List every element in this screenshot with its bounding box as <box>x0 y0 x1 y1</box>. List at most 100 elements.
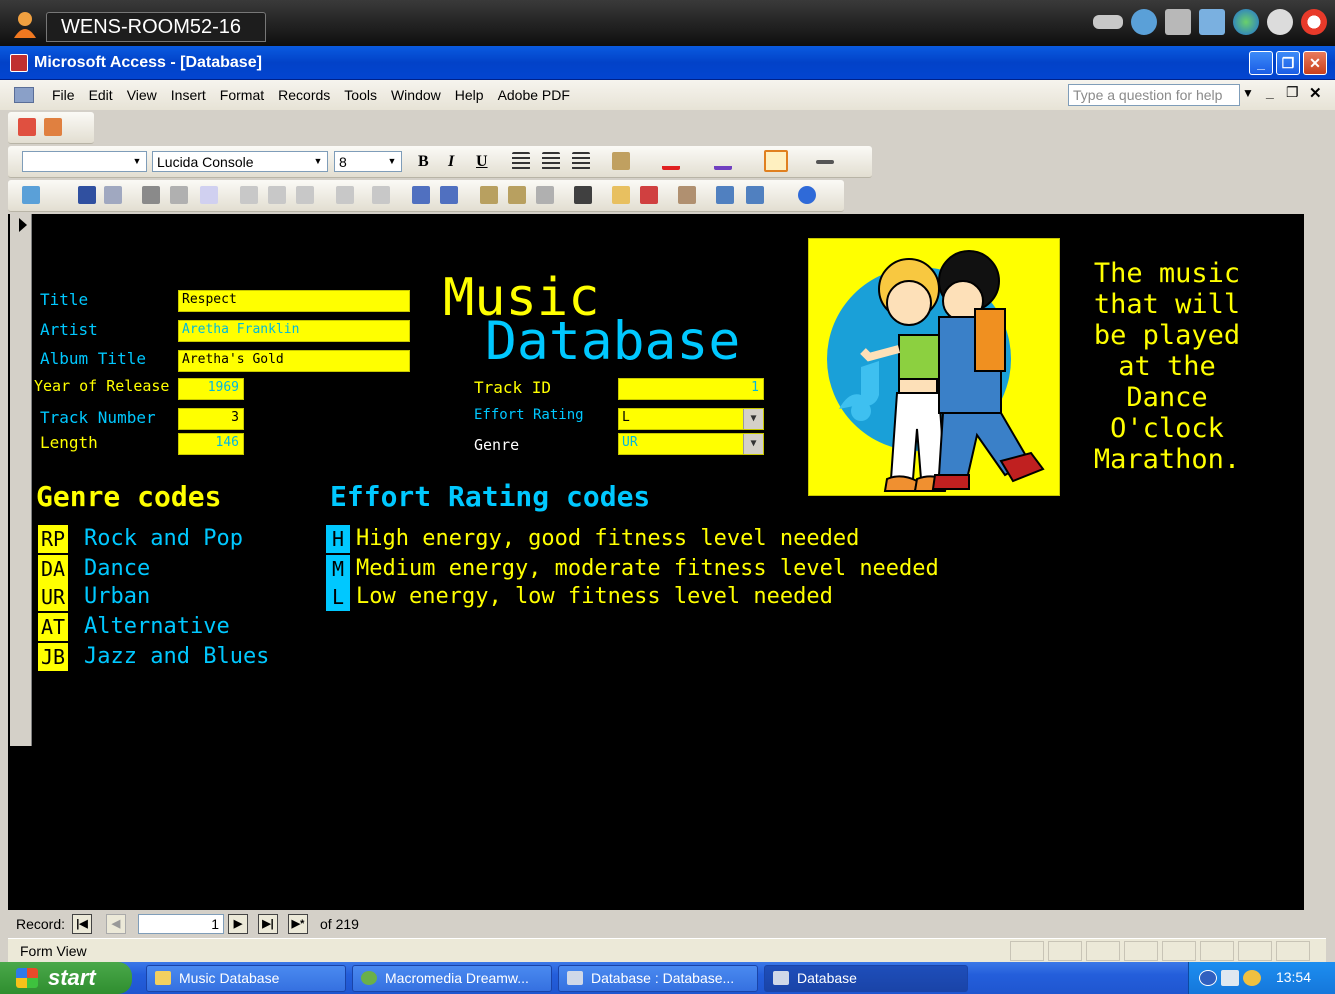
record-selector[interactable] <box>10 214 32 746</box>
object-select[interactable]: ▼ <box>22 151 147 172</box>
print-icon[interactable] <box>142 186 160 204</box>
sort-ascending-icon[interactable] <box>412 186 430 204</box>
help-search-input[interactable]: Type a question for help <box>1068 84 1240 106</box>
menu-format[interactable]: Format <box>220 87 264 103</box>
antivirus-icon[interactable] <box>1221 970 1239 986</box>
task-database-form[interactable]: Database <box>764 965 968 992</box>
title-field[interactable]: Respect <box>178 290 410 312</box>
italic-button[interactable]: I <box>448 153 454 171</box>
effort-code-name: Low energy, low fitness level needed <box>356 584 833 609</box>
dreamweaver-icon <box>361 971 377 985</box>
last-record-button[interactable]: ▶| <box>258 914 278 934</box>
pen-icon[interactable] <box>1093 15 1123 29</box>
paste-icon[interactable] <box>296 186 314 204</box>
cup-icon[interactable] <box>1199 9 1225 35</box>
status-indicator <box>1162 941 1196 961</box>
line-color-icon[interactable] <box>714 152 732 170</box>
close-button[interactable]: ✕ <box>1303 51 1327 75</box>
network-icon[interactable] <box>1199 970 1217 986</box>
menu-records[interactable]: Records <box>278 87 330 103</box>
new-record-button[interactable]: ▶* <box>288 914 308 934</box>
menu-help[interactable]: Help <box>455 87 484 103</box>
globe-icon[interactable] <box>1233 9 1259 35</box>
menu-window[interactable]: Window <box>391 87 441 103</box>
chevron-down-icon[interactable]: ▼ <box>743 409 763 429</box>
underline-button[interactable]: U <box>476 153 488 171</box>
restore-button[interactable]: ❐ <box>1276 51 1300 75</box>
cut-icon[interactable] <box>240 186 258 204</box>
font-name-select[interactable]: Lucida Console ▼ <box>152 151 328 172</box>
save-icon[interactable] <box>78 186 96 204</box>
fill-color-icon[interactable] <box>612 152 630 170</box>
genre-combo[interactable]: UR ▼ <box>618 433 764 455</box>
align-center-icon[interactable] <box>542 152 560 170</box>
next-record-button[interactable]: ▶ <box>228 914 248 934</box>
menu-insert[interactable]: Insert <box>171 87 206 103</box>
menu-tools[interactable]: Tools <box>344 87 377 103</box>
users-icon[interactable] <box>1131 9 1157 35</box>
filter-selection-icon[interactable] <box>480 186 498 204</box>
find-icon[interactable] <box>574 186 592 204</box>
border-color-icon[interactable] <box>764 150 788 172</box>
task-dreamweaver[interactable]: Macromedia Dreamw... <box>352 965 552 992</box>
length-field[interactable]: 146 <box>178 433 244 455</box>
new-record-icon[interactable] <box>612 186 630 204</box>
document-close-button[interactable]: ✕ <box>1309 84 1322 102</box>
task-music-database[interactable]: Music Database <box>146 965 346 992</box>
new-object-icon[interactable] <box>746 186 764 204</box>
tools-icon[interactable] <box>1267 9 1293 35</box>
align-right-icon[interactable] <box>572 152 590 170</box>
album-title-field[interactable]: Aretha's Gold <box>178 350 410 372</box>
genre-code-name: Alternative <box>84 614 230 639</box>
copy-icon[interactable] <box>268 186 286 204</box>
start-button[interactable]: start <box>0 962 132 994</box>
search-file-icon[interactable] <box>104 186 122 204</box>
track-id-field[interactable]: 1 <box>618 378 764 400</box>
spelling-icon[interactable] <box>200 186 218 204</box>
align-left-icon[interactable] <box>512 152 530 170</box>
menu-view[interactable]: View <box>127 87 157 103</box>
undo-icon[interactable] <box>336 186 354 204</box>
help-icon[interactable] <box>798 186 816 204</box>
menu-file[interactable]: File <box>52 87 75 103</box>
delete-record-icon[interactable] <box>640 186 658 204</box>
font-size-select[interactable]: 8 ▼ <box>334 151 402 172</box>
chevron-down-icon: ▼ <box>313 156 323 166</box>
artist-field[interactable]: Aretha Franklin <box>178 320 410 342</box>
previous-record-button[interactable]: ◀ <box>106 914 126 934</box>
font-color-icon[interactable] <box>662 152 680 170</box>
line-width-icon[interactable] <box>816 160 834 164</box>
chevron-down-icon[interactable]: ▼ <box>1242 86 1254 100</box>
task-database-window[interactable]: Database : Database... <box>558 965 758 992</box>
track-number-field[interactable]: 3 <box>178 408 244 430</box>
print-preview-icon[interactable] <box>170 186 188 204</box>
chevron-down-icon[interactable]: ▼ <box>743 434 763 454</box>
properties-icon[interactable] <box>678 186 696 204</box>
view-icon[interactable] <box>22 186 40 204</box>
standard-toolbar <box>8 180 844 212</box>
apply-filter-icon[interactable] <box>536 186 554 204</box>
database-window-icon[interactable] <box>716 186 734 204</box>
status-indicator <box>1124 941 1158 961</box>
effort-rating-combo[interactable]: L ▼ <box>618 408 764 430</box>
minimize-button[interactable]: _ <box>1249 51 1273 75</box>
lifebuoy-icon[interactable] <box>1301 9 1327 35</box>
hyperlink-icon[interactable] <box>372 186 390 204</box>
pdf-icon[interactable] <box>18 118 36 136</box>
form-icon[interactable] <box>14 87 34 103</box>
pdf-options-icon[interactable] <box>44 118 62 136</box>
filter-form-icon[interactable] <box>508 186 526 204</box>
first-record-button[interactable]: |◀ <box>72 914 92 934</box>
document-minimize-button[interactable]: _ <box>1266 84 1274 100</box>
volume-icon[interactable] <box>1243 970 1261 986</box>
menu-edit[interactable]: Edit <box>89 87 113 103</box>
record-number-input[interactable]: 1 <box>138 914 224 934</box>
status-indicator <box>1200 941 1234 961</box>
document-restore-button[interactable]: ❐ <box>1286 84 1299 101</box>
host-tray <box>1093 9 1327 35</box>
sort-descending-icon[interactable] <box>440 186 458 204</box>
year-field[interactable]: 1969 <box>178 378 244 400</box>
box-icon[interactable] <box>1165 9 1191 35</box>
menu-adobe-pdf[interactable]: Adobe PDF <box>498 87 570 103</box>
bold-button[interactable]: B <box>418 153 429 171</box>
